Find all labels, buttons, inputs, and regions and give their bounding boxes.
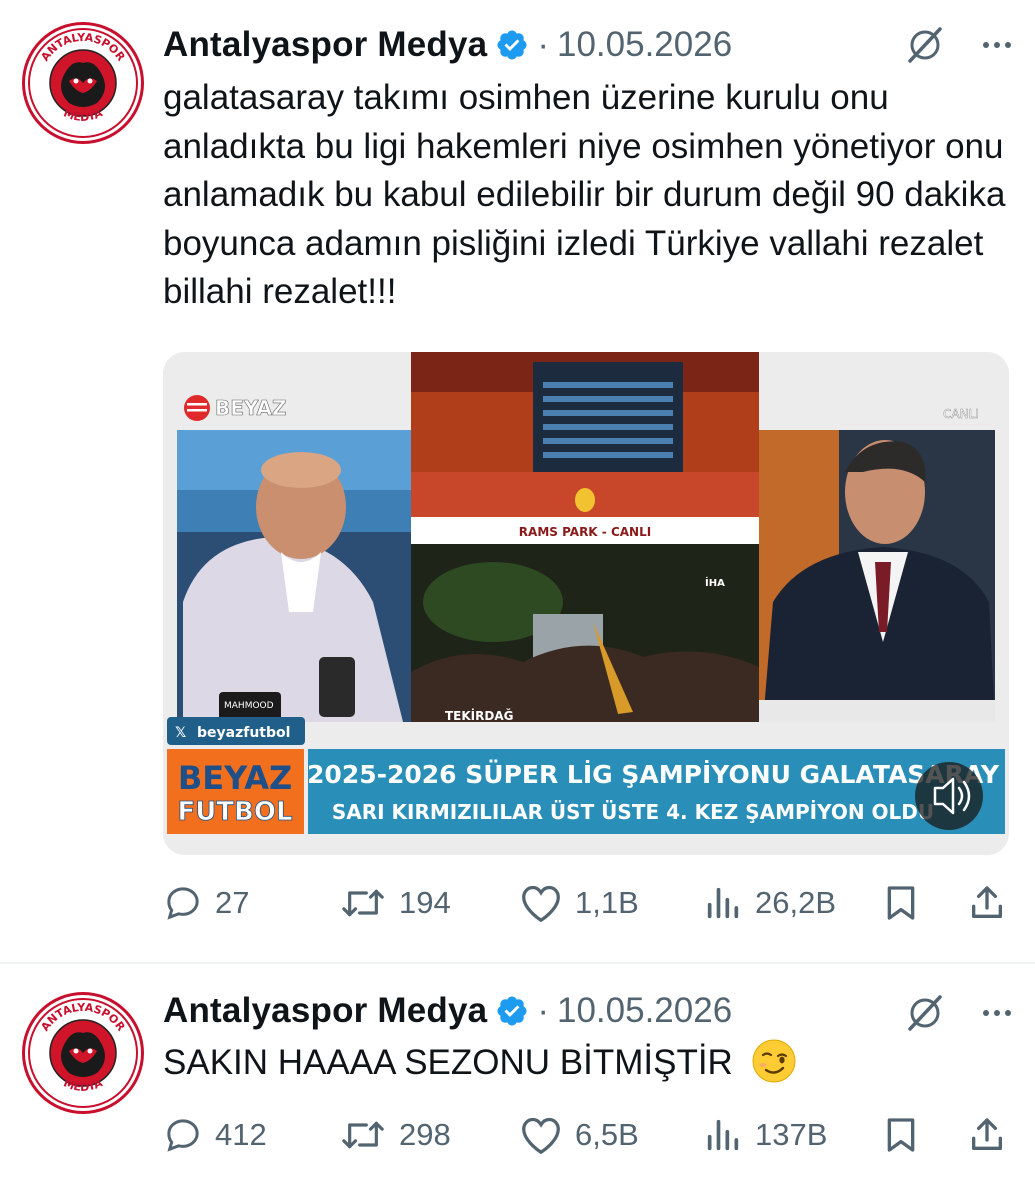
like-button[interactable]: 6,5B <box>519 1110 639 1160</box>
author-name[interactable]: Antalyaspor Medya <box>163 991 487 1031</box>
live-tag: CANLI <box>943 407 979 421</box>
reply-button[interactable]: 27 <box>163 878 249 928</box>
antalyaspor-logo: ANTALYASPOR MEDYA <box>28 28 138 138</box>
repost-button[interactable]: 194 <box>339 878 451 928</box>
views-icon <box>707 1119 739 1151</box>
like-icon <box>522 1117 560 1155</box>
tweet-text-row: SAKIN HAAAA SEZONU BİTMİŞTİR <box>163 1038 1013 1088</box>
like-count: 1,1B <box>575 885 639 920</box>
share-button[interactable] <box>967 1110 1007 1160</box>
views-button[interactable]: 26,2B <box>703 878 836 928</box>
tweet-actions: 27 194 1,1B 26,2B <box>163 878 1013 928</box>
stadium-feed: RAMS PARK - CANLI <box>411 352 759 544</box>
reply-button[interactable]: 412 <box>163 1110 267 1160</box>
brand-bottom: FUTBOL <box>177 797 292 827</box>
views-count: 26,2B <box>755 885 837 920</box>
social-handle: 𝕏 beyazfutbol <box>167 717 305 745</box>
tweet-media[interactable]: MAHMOOD RAMS PARK - CANLI İHA TEKİRDAĞ B… <box>163 352 1009 855</box>
video-frame[interactable]: MAHMOOD RAMS PARK - CANLI İHA TEKİRDAĞ B… <box>163 352 1009 855</box>
avatar[interactable]: ANTALYASPOR MEDYA <box>22 992 144 1114</box>
social-handle-text: beyazfutbol <box>197 725 290 741</box>
tweet-top-actions <box>905 20 1017 70</box>
like-icon <box>522 885 560 923</box>
svg-text:𝕏: 𝕏 <box>175 725 186 741</box>
more-icon[interactable] <box>977 25 1017 65</box>
like-count: 6,5B <box>575 1117 639 1152</box>
agency-tag: İHA <box>705 575 725 589</box>
share-icon <box>972 886 1002 918</box>
tweet-top-actions <box>905 988 1017 1038</box>
lower-third: BEYAZ FUTBOL 2025-2026 SÜPER LİG ŞAMPİYO… <box>163 747 1009 855</box>
speaker-icon[interactable] <box>915 762 983 830</box>
repost-count: 298 <box>399 1117 451 1152</box>
separator-dot: · <box>537 25 549 64</box>
tweet-text: galatasaray takımı osimhen üzerine kurul… <box>163 78 1006 311</box>
verified-badge-icon[interactable] <box>495 28 529 62</box>
top-caption: RAMS PARK - CANLI <box>519 525 651 539</box>
reply-count: 27 <box>215 885 250 920</box>
views-button[interactable]: 137B <box>703 1110 827 1160</box>
winking-face-icon <box>752 1039 796 1083</box>
author-name[interactable]: Antalyaspor Medya <box>163 25 487 65</box>
verified-badge-icon[interactable] <box>495 994 529 1028</box>
like-button[interactable]: 1,1B <box>519 878 639 928</box>
tweet-actions: 412 298 6,5B 137B <box>163 1110 1013 1160</box>
tweet-1[interactable]: ANTALYASPOR MEDYA Antalyaspor Medya · 10… <box>0 0 1035 962</box>
repost-icon <box>342 889 384 917</box>
grok-icon[interactable] <box>905 25 945 65</box>
avatar[interactable]: ANTALYASPOR MEDYA <box>22 22 144 144</box>
bookmark-button[interactable] <box>881 878 921 928</box>
antalyaspor-logo: ANTALYASPOR MEDYA <box>28 998 138 1108</box>
repost-icon <box>342 1121 384 1149</box>
brand-top: BEYAZ <box>178 759 292 797</box>
tweet-2[interactable]: ANTALYASPOR MEDYA Antalyaspor Medya · 10… <box>0 964 1035 1200</box>
right-presenter <box>759 430 995 722</box>
share-icon <box>972 1118 1002 1150</box>
crowd-feed: İHA TEKİRDAĞ <box>411 544 759 723</box>
grok-icon[interactable] <box>905 993 945 1033</box>
tweet-date[interactable]: 10.05.2026 <box>557 25 732 65</box>
subheadline: SARI KIRMIZILILAR ÜST ÜSTE 4. KEZ ŞAMPİY… <box>332 800 934 824</box>
tweet-date[interactable]: 10.05.2026 <box>557 991 732 1031</box>
share-button[interactable] <box>967 878 1007 928</box>
bookmark-icon <box>887 886 915 920</box>
reply-icon <box>167 1119 199 1152</box>
channel-logo: BEYAZ <box>184 395 287 421</box>
bottom-caption: TEKİRDAĞ <box>445 708 513 723</box>
bookmark-button[interactable] <box>881 1110 921 1160</box>
repost-button[interactable]: 298 <box>339 1110 451 1160</box>
reply-count: 412 <box>215 1117 267 1152</box>
tweet-text: SAKIN HAAAA SEZONU BİTMİŞTİR <box>163 1043 733 1082</box>
channel-logo-text: BEYAZ <box>215 396 286 420</box>
separator-dot: · <box>537 991 549 1030</box>
mug-text: MAHMOOD <box>224 701 274 711</box>
views-count: 137B <box>755 1117 828 1152</box>
bookmark-icon <box>887 1118 915 1152</box>
headline: 2025-2026 SÜPER LİG ŞAMPİYONU GALATASARA… <box>307 759 1000 789</box>
tweet-header: Antalyaspor Medya · 10.05.2026 <box>163 986 732 1036</box>
tweet-header: Antalyaspor Medya · 10.05.2026 <box>163 20 732 70</box>
repost-count: 194 <box>399 885 451 920</box>
reply-icon <box>167 887 199 920</box>
more-icon[interactable] <box>977 993 1017 1033</box>
views-icon <box>707 887 739 919</box>
